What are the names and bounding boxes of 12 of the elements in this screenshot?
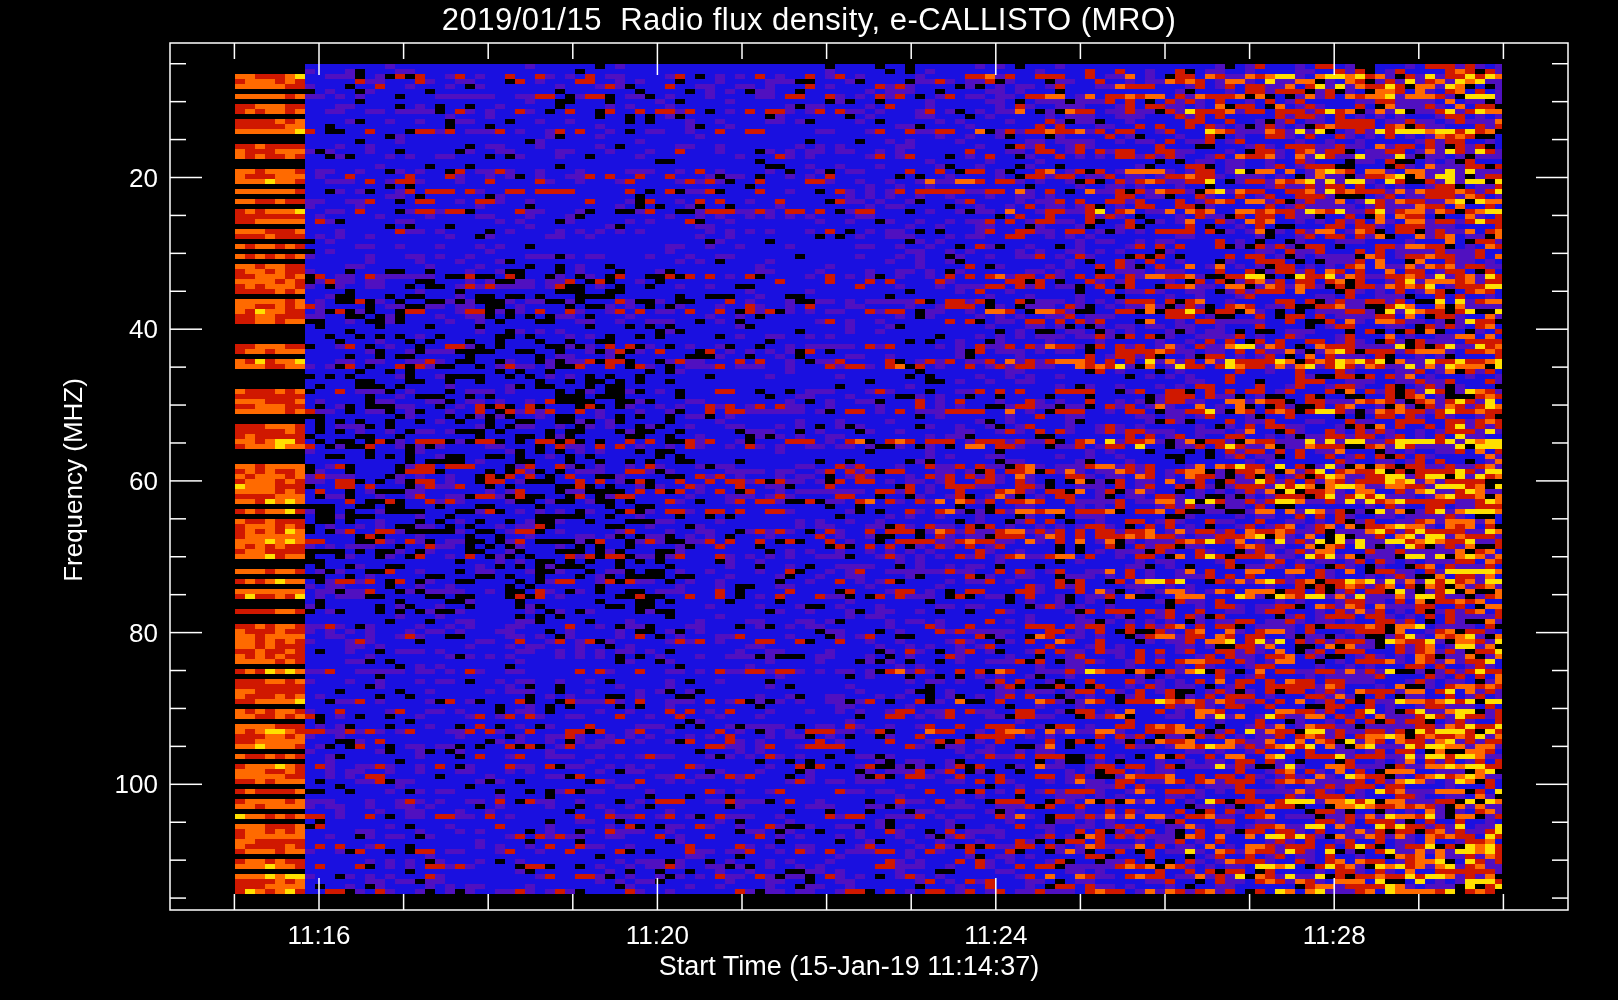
- chart-title: 2019/01/15 Radio flux density, e-CALLISTO (MRO): [441, 2, 1177, 38]
- tick-label: 11:20: [625, 920, 689, 950]
- tick-label: 40: [129, 314, 158, 345]
- axis-label: Frequency (MHZ): [58, 378, 88, 582]
- tick-label: 100: [114, 769, 158, 800]
- tick-label: 20: [129, 162, 158, 193]
- tick-label: 11:28: [1302, 920, 1366, 950]
- tick-label: 11:24: [964, 920, 1028, 950]
- tick-label: 80: [129, 617, 158, 648]
- tick-label: 60: [129, 465, 158, 496]
- tick-label: 11:16: [287, 920, 351, 950]
- axis-label: Start Time (15-Jan-19 11:14:37): [658, 950, 1040, 982]
